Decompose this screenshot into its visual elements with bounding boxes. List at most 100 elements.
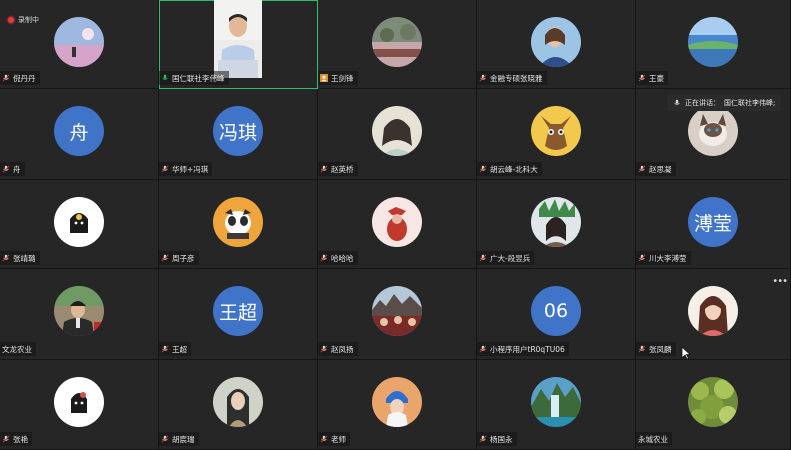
- participant-name-bar: 文龙农业: [0, 342, 36, 356]
- participant-name: 金融专硕张晓雅: [490, 73, 543, 83]
- mic-muted-icon: [2, 74, 10, 82]
- participant-tile[interactable]: 周子彦: [159, 180, 318, 269]
- mic-muted-icon: [2, 254, 10, 262]
- participant-tile-active-speaker[interactable]: 国仁联社李伟峰: [159, 0, 318, 89]
- avatar: 舟: [54, 106, 104, 156]
- participant-tile[interactable]: 哈哈哈: [318, 180, 477, 269]
- participant-name-bar: 小程序用户tR0qTU06: [477, 342, 569, 356]
- participant-name-bar: 舟: [0, 162, 25, 176]
- participant-tile[interactable]: 永城农业: [636, 360, 791, 450]
- avatar: [688, 377, 738, 427]
- mic-muted-icon: [161, 435, 169, 443]
- participant-tile[interactable]: 胡宸瑞: [159, 360, 318, 450]
- participant-name-bar: 国仁联社李伟峰: [159, 71, 229, 85]
- participant-name: 张靖璐: [13, 253, 36, 263]
- mic-muted-icon: [161, 254, 169, 262]
- participant-name: 赵英桥: [331, 164, 354, 174]
- recording-indicator: 录制中: [8, 15, 39, 25]
- avatar: [54, 286, 104, 336]
- mic-muted-icon: [2, 435, 10, 443]
- participant-tile[interactable]: 录制中 倪丹丹: [0, 0, 159, 89]
- mic-speaking-icon: [162, 74, 168, 80]
- participant-name: 倪丹丹: [13, 73, 36, 83]
- participant-tile[interactable]: 老师: [318, 360, 477, 450]
- participant-tile[interactable]: 溥莹 川大李溥莹: [636, 180, 791, 269]
- participant-name: 舟: [13, 164, 21, 174]
- avatar: [688, 106, 738, 156]
- participant-name-bar: 川大李溥莹: [636, 251, 691, 265]
- participant-name-bar: 赵凤扬: [318, 342, 358, 356]
- mic-muted-icon: [638, 165, 646, 173]
- participant-video: [214, 0, 262, 78]
- participant-name-bar: 华师+冯琪: [159, 162, 213, 176]
- participant-name-bar: 王剑锋: [318, 71, 358, 85]
- avatar: 王超: [213, 286, 263, 336]
- participant-name-bar: 张靖璐: [0, 251, 40, 265]
- avatar: [54, 17, 104, 67]
- participant-name: 广大-段昱兵: [490, 253, 531, 263]
- participant-name-bar: 王超: [159, 342, 191, 356]
- mic-muted-icon: [479, 165, 487, 173]
- mic-muted-icon: [638, 254, 646, 262]
- participant-tile[interactable]: 胡云峰-北科大: [477, 89, 636, 180]
- participant-name: 永城农业: [638, 434, 668, 444]
- participant-tile[interactable]: 舟 舟: [0, 89, 159, 180]
- recording-label: 录制中: [18, 16, 39, 24]
- participant-tile[interactable]: 文龙农业: [0, 269, 159, 360]
- mic-muted-icon: [479, 435, 487, 443]
- participant-tile[interactable]: 张靖璐: [0, 180, 159, 269]
- participant-tile[interactable]: 赵凤扬: [318, 269, 477, 360]
- participant-tile[interactable]: 杨国永: [477, 360, 636, 450]
- avatar: 06: [531, 286, 581, 336]
- participant-name-bar: 张凤麟: [636, 342, 676, 356]
- mic-muted-icon: [479, 345, 487, 353]
- avatar: [372, 17, 422, 67]
- participant-name: 小程序用户tR0qTU06: [490, 344, 565, 354]
- participant-name-bar: 王豪: [636, 71, 668, 85]
- participant-tile[interactable]: 冯琪 华师+冯琪: [159, 89, 318, 180]
- participant-tile[interactable]: 张凤麟: [636, 269, 791, 360]
- participant-tile[interactable]: 赵英桥: [318, 89, 477, 180]
- avatar: [372, 197, 422, 247]
- mic-muted-icon: [320, 345, 328, 353]
- avatar: [688, 17, 738, 67]
- participant-name-bar: 金融专硕张晓雅: [477, 71, 547, 85]
- participant-name: 赵思凝: [649, 164, 672, 174]
- participant-tile[interactable]: 06 小程序用户tR0qTU06: [477, 269, 636, 360]
- avatar: 溥莹: [688, 197, 738, 247]
- participant-name-bar: 胡云峰-北科大: [477, 162, 542, 176]
- speaking-speaker-name: 国仁联社李伟峰;: [724, 99, 776, 107]
- avatar: [213, 197, 263, 247]
- participant-name: 王豪: [649, 73, 664, 83]
- avatar: [531, 106, 581, 156]
- participant-tile[interactable]: 金融专硕张晓雅: [477, 0, 636, 89]
- participant-name: 赵凤扬: [331, 344, 354, 354]
- avatar: [531, 377, 581, 427]
- speaking-now-banner: 正在讲话： 国仁联社李伟峰;: [667, 95, 782, 111]
- participant-tile[interactable]: 广大-段昱兵: [477, 180, 636, 269]
- avatar: [531, 197, 581, 247]
- participant-name: 川大李溥莹: [649, 253, 687, 263]
- mic-muted-icon: [479, 74, 487, 82]
- participant-name-bar: 永城农业: [636, 432, 672, 446]
- participant-name: 文龙农业: [2, 344, 32, 354]
- participant-name: 老师: [331, 434, 346, 444]
- participant-name-bar: 赵思凝: [636, 162, 676, 176]
- participant-name: 周子彦: [172, 253, 195, 263]
- participant-name: 张艳: [13, 434, 28, 444]
- participant-tile[interactable]: 王豪: [636, 0, 791, 89]
- mouse-cursor-icon: [681, 346, 691, 360]
- mic-muted-icon: [161, 345, 169, 353]
- mic-muted-icon: [638, 74, 646, 82]
- mic-muted-icon: [2, 165, 10, 173]
- participant-tile[interactable]: 王超 王超: [159, 269, 318, 360]
- avatar: [688, 286, 738, 336]
- mic-muted-icon: [320, 165, 328, 173]
- speaking-label: 正在讲话：: [685, 99, 720, 107]
- avatar: [372, 106, 422, 156]
- more-horizontal-icon[interactable]: •••: [772, 276, 788, 287]
- participant-tile[interactable]: 张艳: [0, 360, 159, 450]
- participant-name: 王剑锋: [331, 73, 354, 83]
- participant-tile[interactable]: 王剑锋: [318, 0, 477, 89]
- participant-name: 胡云峰-北科大: [490, 164, 538, 174]
